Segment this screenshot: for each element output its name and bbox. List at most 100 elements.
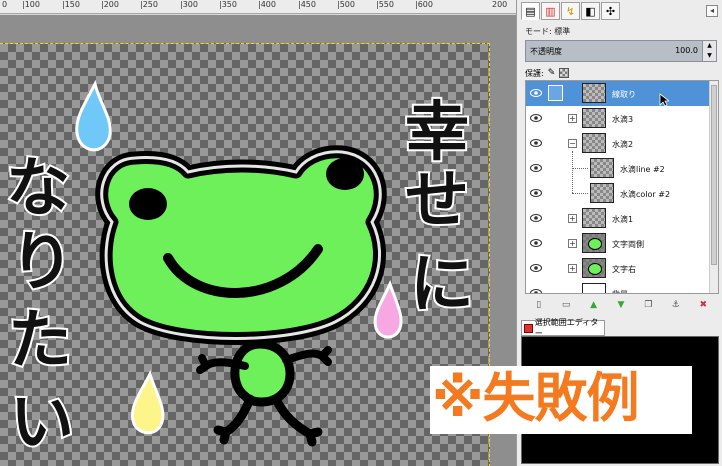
layer-name: 水滴3: [612, 115, 634, 124]
layer-thumbnail: [582, 258, 606, 278]
opacity-slider[interactable]: 不透明度 100.0 ▲ ▼: [525, 40, 717, 62]
layer-thumbnail: [590, 158, 614, 178]
opacity-value[interactable]: 100.0: [675, 46, 698, 55]
layer-thumbnail: [582, 133, 606, 153]
art-char: た: [8, 304, 72, 378]
layer-row[interactable]: + 水滴3: [526, 106, 710, 131]
ruler-label: |150: [62, 0, 80, 9]
layer-thumbnail: [590, 183, 614, 203]
gimp-window: 0 |100 |150 |200 |250 |300 |350 |400 |45…: [0, 0, 722, 466]
ruler-label: 0: [2, 0, 8, 9]
frog-eye-right: [326, 158, 364, 190]
selection-editor-tab[interactable]: 選択範囲エディター: [521, 318, 605, 338]
eye-icon[interactable]: [530, 188, 542, 198]
ruler-label: |600: [415, 0, 433, 9]
mode-row: モード: 標準: [525, 26, 570, 37]
eye-icon[interactable]: [530, 263, 542, 273]
blue-drop: [75, 79, 112, 152]
layer-thumbnail: [582, 283, 606, 293]
layer-row[interactable]: 水滴line #2: [526, 156, 710, 181]
collapse-toggle[interactable]: −: [568, 139, 577, 148]
ruler-label: |300: [180, 0, 198, 9]
yellow-drop: [131, 369, 165, 435]
eye-icon[interactable]: [530, 88, 542, 98]
opacity-spin-buttons[interactable]: ▲ ▼: [702, 41, 716, 61]
art-char: い: [10, 386, 74, 460]
dock-menu-button[interactable]: ◂: [706, 5, 718, 17]
lower-layer-icon[interactable]: ▼: [614, 298, 628, 312]
frog-body: [230, 339, 295, 407]
anchor-layer-icon[interactable]: ⚓: [669, 298, 683, 312]
layer-row[interactable]: + 水滴1: [526, 206, 710, 231]
layer-name: 水滴line #2: [620, 165, 665, 174]
eye-icon[interactable]: [530, 163, 542, 173]
layer-name: 水滴1: [612, 215, 634, 224]
delete-layer-icon[interactable]: ✖: [696, 298, 710, 312]
layer-name: 水滴color #2: [620, 190, 671, 199]
eye-icon[interactable]: [530, 213, 542, 223]
paths-tab-icon[interactable]: ↯: [561, 2, 580, 20]
layer-thumbnail: [582, 83, 606, 103]
horizontal-ruler: 0 |100 |150 |200 |250 |300 |350 |400 |45…: [0, 0, 516, 14]
layer-row[interactable]: 線取り: [526, 81, 710, 107]
raise-layer-icon[interactable]: ▲: [587, 298, 601, 312]
opacity-label: 不透明度: [530, 47, 562, 56]
art-char: 幸: [405, 96, 469, 170]
ruler-label: 200: [492, 0, 508, 9]
mode-value[interactable]: 標準: [554, 27, 570, 36]
lock-alpha-icon[interactable]: [559, 68, 570, 78]
layers-scrollbar[interactable]: [709, 81, 718, 293]
art-char: り: [10, 226, 74, 300]
layer-name: 線取り: [612, 90, 636, 99]
eye-icon[interactable]: [530, 138, 542, 148]
tool-options-tab-icon[interactable]: ✣: [601, 2, 620, 20]
layer-row[interactable]: + 文字右: [526, 256, 710, 281]
mouse-cursor-icon: [659, 93, 669, 107]
expand-toggle[interactable]: +: [568, 239, 577, 248]
pink-drop: [373, 279, 403, 339]
layers-list[interactable]: 線取り + 水滴3 − 水滴2 水滴line #2 水滴color #2 + 水…: [525, 80, 719, 294]
layer-thumbnail: [582, 233, 606, 253]
frog-leg-right: [271, 394, 323, 447]
layer-name: 文字両側: [612, 240, 644, 249]
ruler-label: |100: [22, 0, 40, 9]
layer-buttons-bar: ▯ ▭ ▲ ▼ ❐ ⚓ ✖: [525, 298, 717, 312]
ruler-label: |450: [298, 0, 316, 9]
ruler-label: |400: [258, 0, 276, 9]
frog-arm-right: [282, 346, 332, 366]
layer-row[interactable]: 背景: [526, 281, 710, 294]
art-char: せ: [405, 164, 469, 238]
ruler-label: |550: [376, 0, 394, 9]
frog-artwork: 幸 せ に な り た い: [4, 79, 476, 462]
layer-row[interactable]: 水滴color #2: [526, 181, 710, 206]
new-group-icon[interactable]: ▭: [559, 298, 573, 312]
scrollbar-thumb[interactable]: [711, 85, 717, 265]
expand-toggle[interactable]: +: [568, 114, 577, 123]
lock-row: 保護: ✎: [525, 66, 570, 80]
frog-leg-left: [213, 394, 255, 445]
layer-row[interactable]: − 水滴2: [526, 131, 710, 156]
eye-icon[interactable]: [530, 238, 542, 248]
channels-tab-icon[interactable]: ▥: [541, 2, 560, 20]
expand-toggle[interactable]: +: [568, 264, 577, 273]
layer-name: 文字右: [612, 265, 636, 274]
layer-thumbnail: [582, 108, 606, 128]
duplicate-layer-icon[interactable]: ❐: [641, 298, 655, 312]
new-layer-icon[interactable]: ▯: [532, 298, 546, 312]
ruler-label: |350: [219, 0, 237, 9]
image-canvas[interactable]: 幸 せ に な り た い: [0, 43, 490, 466]
eye-icon[interactable]: [530, 113, 542, 123]
ruler-label: |250: [140, 0, 158, 9]
frog-eye-left: [129, 188, 167, 220]
failure-example-label: ※失敗例: [432, 368, 640, 429]
expand-toggle[interactable]: +: [568, 214, 577, 223]
layer-row[interactable]: + 文字両側: [526, 231, 710, 256]
layer-name: 水滴2: [612, 140, 634, 149]
gradient-tab-icon[interactable]: ◧: [581, 2, 600, 20]
layers-tab-icon[interactable]: ▤: [521, 2, 540, 20]
art-char: な: [6, 152, 70, 226]
lock-pixels-icon[interactable]: ✎: [548, 68, 556, 78]
eye-icon[interactable]: [530, 288, 542, 294]
ruler-label: |200: [101, 0, 119, 9]
chain-toggle[interactable]: [548, 85, 563, 101]
